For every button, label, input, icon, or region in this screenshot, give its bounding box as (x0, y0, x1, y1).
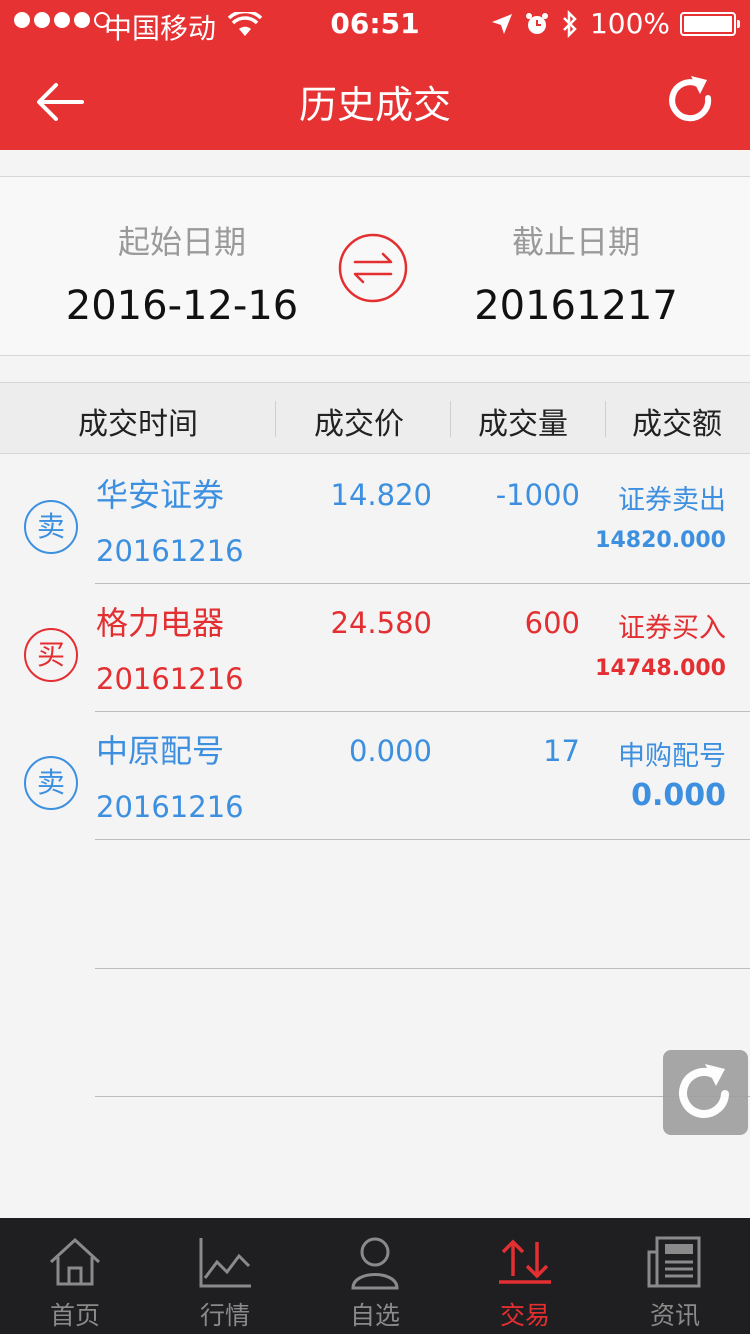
floating-refresh-button[interactable] (663, 1050, 748, 1135)
tab-home[interactable]: 首页 (0, 1218, 150, 1334)
tab-watchlist[interactable]: 自选 (300, 1218, 450, 1334)
tab-market[interactable]: 行情 (150, 1218, 300, 1334)
tab-label: 自选 (349, 1301, 400, 1330)
trade-date: 20161216 (96, 534, 244, 568)
tab-label: 首页 (49, 1301, 100, 1330)
header-bar: 中国移动 06:51 100% 历史成交 (0, 0, 750, 150)
trade-date: 20161216 (96, 790, 244, 824)
col-trade-qty: 成交量 (478, 407, 568, 442)
stock-name: 华安证券 (96, 476, 225, 514)
tab-trade[interactable]: 交易 (450, 1218, 600, 1334)
col-trade-price: 成交价 (314, 407, 404, 442)
end-date-value[interactable]: 20161217 (416, 283, 736, 329)
bottom-tab-bar: 首页 行情 自选 交易 资讯 (0, 1218, 750, 1334)
location-icon (491, 13, 512, 34)
date-range-panel: 起始日期 2016-12-16 截止日期 20161217 (0, 176, 750, 356)
end-date-label: 截止日期 (511, 223, 640, 261)
stock-name: 格力电器 (96, 604, 225, 642)
table-row[interactable]: 卖 华安证券 20161216 14.820 -1000 证券卖出 14820.… (0, 456, 750, 584)
trade-type: 证券买入 (618, 613, 726, 644)
buy-badge: 买 (24, 628, 78, 682)
table-row[interactable]: 卖 中原配号 20161216 0.000 17 申购配号 0.000 (0, 712, 750, 840)
trade-amount: 14748.000 (595, 656, 726, 681)
swap-dates-icon[interactable] (338, 233, 408, 303)
tab-label: 资讯 (649, 1301, 700, 1330)
trade-amount: 0.000 (631, 778, 726, 813)
trade-amount: 14820.000 (595, 528, 726, 553)
trade-price: 24.580 (330, 606, 432, 640)
trade-type: 证券卖出 (618, 485, 726, 516)
stock-name: 中原配号 (96, 732, 225, 770)
col-trade-time: 成交时间 (78, 407, 198, 442)
trade-qty: 600 (524, 606, 580, 640)
trade-qty: -1000 (495, 478, 580, 512)
start-date-label: 起始日期 (117, 223, 246, 261)
battery-icon (680, 11, 740, 36)
trade-type: 申购配号 (618, 741, 726, 772)
news-icon (647, 1236, 701, 1288)
trade-arrows-icon (499, 1239, 551, 1284)
table-row[interactable]: 买 格力电器 20161216 24.580 600 证券买入 14748.00… (0, 584, 750, 712)
trade-qty: 17 (543, 734, 580, 768)
tab-label: 行情 (199, 1301, 250, 1330)
refresh-icon (679, 1064, 729, 1118)
trade-price: 0.000 (348, 734, 432, 768)
row-divider (95, 968, 750, 969)
table-header: 成交时间 成交价 成交量 成交额 (0, 382, 750, 454)
trade-date: 20161216 (96, 662, 244, 696)
tab-label: 交易 (499, 1301, 550, 1330)
sell-badge: 卖 (24, 500, 78, 554)
sell-badge: 卖 (24, 756, 78, 810)
person-icon (351, 1237, 399, 1290)
row-divider (95, 1096, 750, 1097)
bluetooth-icon (563, 9, 577, 38)
col-trade-amount: 成交额 (632, 407, 722, 442)
status-bar: 中国移动 06:51 100% (0, 0, 750, 50)
battery-percent: 100% (589, 7, 670, 40)
start-date-value[interactable]: 2016-12-16 (22, 283, 342, 329)
page-title: 历史成交 (298, 83, 451, 127)
chart-line-icon (199, 1238, 251, 1288)
nav-bar: 历史成交 (0, 50, 750, 150)
trade-price: 14.820 (330, 478, 432, 512)
alarm-icon (525, 12, 548, 34)
tab-news[interactable]: 资讯 (600, 1218, 750, 1334)
refresh-icon[interactable] (660, 70, 720, 130)
home-icon (49, 1237, 101, 1286)
